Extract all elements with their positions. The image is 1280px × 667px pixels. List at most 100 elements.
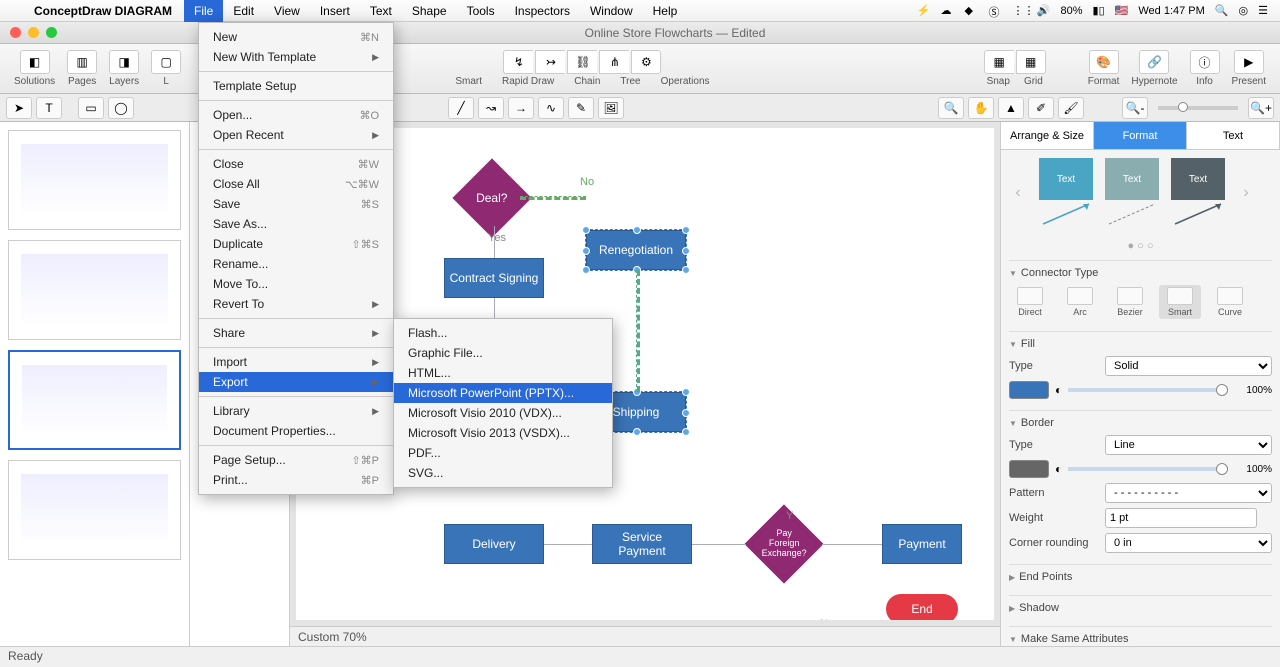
menu-text[interactable]: Text: [360, 0, 402, 22]
page-thumb-1[interactable]: [8, 130, 181, 230]
brush-tool[interactable]: 🖌: [1058, 97, 1084, 119]
maximize-button[interactable]: [46, 27, 57, 38]
image-tool[interactable]: 🖼: [598, 97, 624, 119]
menu-item-print-[interactable]: Print...⌘P: [199, 470, 393, 490]
menu-item-import[interactable]: Import▶: [199, 352, 393, 372]
zoom-out-icon[interactable]: 🔍-: [1122, 97, 1148, 119]
menu-item-new-with-template[interactable]: New With Template▶: [199, 47, 393, 67]
notification-icon[interactable]: ☰: [1258, 4, 1268, 17]
eyedropper-tool[interactable]: ✐: [1028, 97, 1054, 119]
dropbox-icon[interactable]: ◆: [965, 4, 979, 18]
ops-button[interactable]: ⚙: [631, 50, 661, 74]
chain-button[interactable]: ⛓: [567, 50, 597, 74]
node-payment[interactable]: Payment: [882, 524, 962, 564]
tab-text[interactable]: Text: [1187, 122, 1280, 149]
menu-item-share[interactable]: Share▶: [199, 323, 393, 343]
style-page-dots[interactable]: ● ○ ○: [1009, 240, 1272, 252]
text-tool[interactable]: T: [36, 97, 62, 119]
pen-tool[interactable]: ✎: [568, 97, 594, 119]
pointer-tool[interactable]: ➤: [6, 97, 32, 119]
menu-item-page-setup-[interactable]: Page Setup...⇧⌘P: [199, 450, 393, 470]
present-button[interactable]: ▶: [1234, 50, 1264, 74]
ct-arc[interactable]: Arc: [1059, 285, 1101, 319]
menu-item-template-setup[interactable]: Template Setup: [199, 76, 393, 96]
hand-tool[interactable]: ✋: [968, 97, 994, 119]
tree-button[interactable]: ⋔: [599, 50, 629, 74]
menu-file[interactable]: File: [184, 0, 223, 22]
zoom-slider[interactable]: [1158, 106, 1238, 110]
status-icon[interactable]: ⚡: [917, 4, 931, 18]
arrow-tool[interactable]: →: [508, 97, 534, 119]
menu-item-document-properties-[interactable]: Document Properties...: [199, 421, 393, 441]
library-button[interactable]: ▢: [151, 50, 181, 74]
info-button[interactable]: ⓘ: [1190, 50, 1220, 74]
page-thumb-4[interactable]: [8, 460, 181, 560]
menu-shape[interactable]: Shape: [402, 0, 457, 22]
volume-icon[interactable]: 🔊: [1037, 4, 1051, 18]
curve-tool[interactable]: ∿: [538, 97, 564, 119]
menu-edit[interactable]: Edit: [223, 0, 264, 22]
flag-icon[interactable]: 🇺🇸: [1115, 4, 1129, 17]
ct-direct[interactable]: Direct: [1009, 285, 1051, 319]
page-thumb-3[interactable]: [8, 350, 181, 450]
style-next-button[interactable]: ›: [1237, 184, 1255, 202]
pattern-select[interactable]: - - - - - - - - - -: [1105, 483, 1272, 503]
zoom-tool[interactable]: 🔍: [938, 97, 964, 119]
section-shadow[interactable]: Shadow: [1009, 602, 1272, 614]
grid-button[interactable]: ▦: [1016, 50, 1046, 74]
zoom-label[interactable]: Custom 70%: [298, 630, 367, 644]
pages-button[interactable]: ▥: [67, 50, 97, 74]
skype-icon[interactable]: Ⓢ: [989, 4, 1003, 18]
clock[interactable]: Wed 1:47 PM: [1138, 5, 1204, 17]
menu-item-save[interactable]: Save⌘S: [199, 194, 393, 214]
menu-help[interactable]: Help: [643, 0, 688, 22]
export-item-flash-[interactable]: Flash...: [394, 323, 612, 343]
export-item-pdf-[interactable]: PDF...: [394, 443, 612, 463]
menu-item-export[interactable]: Export▶: [199, 372, 393, 392]
menu-item-save-as-[interactable]: Save As...: [199, 214, 393, 234]
export-item-graphic-file-[interactable]: Graphic File...: [394, 343, 612, 363]
menu-item-revert-to[interactable]: Revert To▶: [199, 294, 393, 314]
page-thumb-2[interactable]: [8, 240, 181, 340]
node-service[interactable]: Service Payment: [592, 524, 692, 564]
style-prev-button[interactable]: ‹: [1009, 184, 1027, 202]
hypernote-button[interactable]: 🔗: [1139, 50, 1169, 74]
fill-color-swatch[interactable]: [1009, 381, 1049, 399]
fill-type-select[interactable]: Solid: [1105, 356, 1272, 376]
menu-view[interactable]: View: [264, 0, 310, 22]
menu-item-open-[interactable]: Open...⌘O: [199, 105, 393, 125]
menu-window[interactable]: Window: [580, 0, 643, 22]
border-opacity-slider[interactable]: [1068, 467, 1228, 471]
cloud-icon[interactable]: ☁: [941, 4, 955, 18]
menu-item-duplicate[interactable]: Duplicate⇧⌘S: [199, 234, 393, 254]
menu-item-library[interactable]: Library▶: [199, 401, 393, 421]
style-card-3[interactable]: Text: [1171, 158, 1225, 200]
rect-tool[interactable]: ▭: [78, 97, 104, 119]
ct-curve[interactable]: Curve: [1209, 285, 1251, 319]
menu-tools[interactable]: Tools: [457, 0, 505, 22]
export-item-microsoft-visio-vsdx-[interactable]: Microsoft Visio 2013 (VSDX)...: [394, 423, 612, 443]
zoom-in-icon[interactable]: 🔍+: [1248, 97, 1274, 119]
menu-item-close[interactable]: Close⌘W: [199, 154, 393, 174]
style-card-2[interactable]: Text: [1105, 158, 1159, 200]
section-fill[interactable]: Fill: [1009, 338, 1272, 350]
menu-item-open-recent[interactable]: Open Recent▶: [199, 125, 393, 145]
export-item-microsoft-powerpoint-pptx-[interactable]: Microsoft PowerPoint (PPTX)...: [394, 383, 612, 403]
battery-pct[interactable]: 80%: [1061, 5, 1083, 17]
fill-tool[interactable]: ▲: [998, 97, 1024, 119]
color-wheel-icon[interactable]: ◐: [1055, 383, 1062, 397]
export-item-svg-[interactable]: SVG...: [394, 463, 612, 483]
rapid-button[interactable]: ↣: [535, 50, 565, 74]
format-button[interactable]: 🎨: [1089, 50, 1119, 74]
menu-item-new[interactable]: New⌘N: [199, 27, 393, 47]
export-item-microsoft-visio-vdx-[interactable]: Microsoft Visio 2010 (VDX)...: [394, 403, 612, 423]
node-pay-foreign[interactable]: Pay Foreign Exchange?: [744, 504, 823, 583]
menu-insert[interactable]: Insert: [310, 0, 360, 22]
border-type-select[interactable]: Line: [1105, 435, 1272, 455]
corner-select[interactable]: 0 in: [1105, 533, 1272, 553]
siri-icon[interactable]: ◎: [1239, 4, 1249, 17]
ellipse-tool[interactable]: ◯: [108, 97, 134, 119]
menu-inspectors[interactable]: Inspectors: [505, 0, 580, 22]
minimize-button[interactable]: [28, 27, 39, 38]
node-renegotiation[interactable]: Renegotiation: [586, 230, 686, 270]
